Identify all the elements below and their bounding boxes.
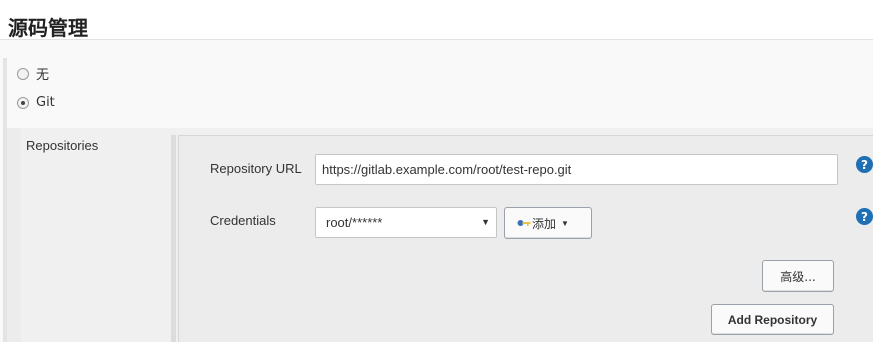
scm-option-git[interactable]: Git — [17, 95, 55, 110]
repository-url-label: Repository URL — [210, 161, 302, 176]
help-icon[interactable]: ? — [856, 208, 873, 225]
radio-git[interactable] — [17, 96, 29, 109]
advanced-button[interactable]: 高级... — [762, 260, 834, 292]
section-title: 源码管理 — [8, 16, 88, 40]
key-icon — [517, 218, 531, 228]
scm-option-git-label: Git — [36, 95, 55, 110]
radio-none[interactable] — [17, 67, 29, 80]
scm-option-none-label: 无 — [36, 68, 50, 83]
credentials-selected-value: root/****** — [326, 215, 383, 230]
panel-divider — [171, 135, 176, 342]
chevron-down-icon: ▼ — [561, 218, 569, 228]
select-caret-icon: ▼ — [481, 217, 490, 227]
credentials-select[interactable]: root/****** ▼ — [315, 207, 497, 238]
scm-option-none[interactable]: 无 — [17, 64, 49, 83]
add-credentials-label: 添加 — [532, 216, 557, 231]
add-credentials-button[interactable]: 添加 ▼ — [504, 207, 592, 239]
repositories-label: Repositories — [26, 138, 99, 153]
panel-inner-rail — [7, 128, 21, 342]
help-icon[interactable]: ? — [856, 156, 873, 173]
add-repository-button[interactable]: Add Repository — [711, 304, 834, 335]
repository-url-input[interactable]: https://gitlab.example.com/root/test-rep… — [315, 154, 838, 185]
credentials-label: Credentials — [210, 213, 276, 228]
